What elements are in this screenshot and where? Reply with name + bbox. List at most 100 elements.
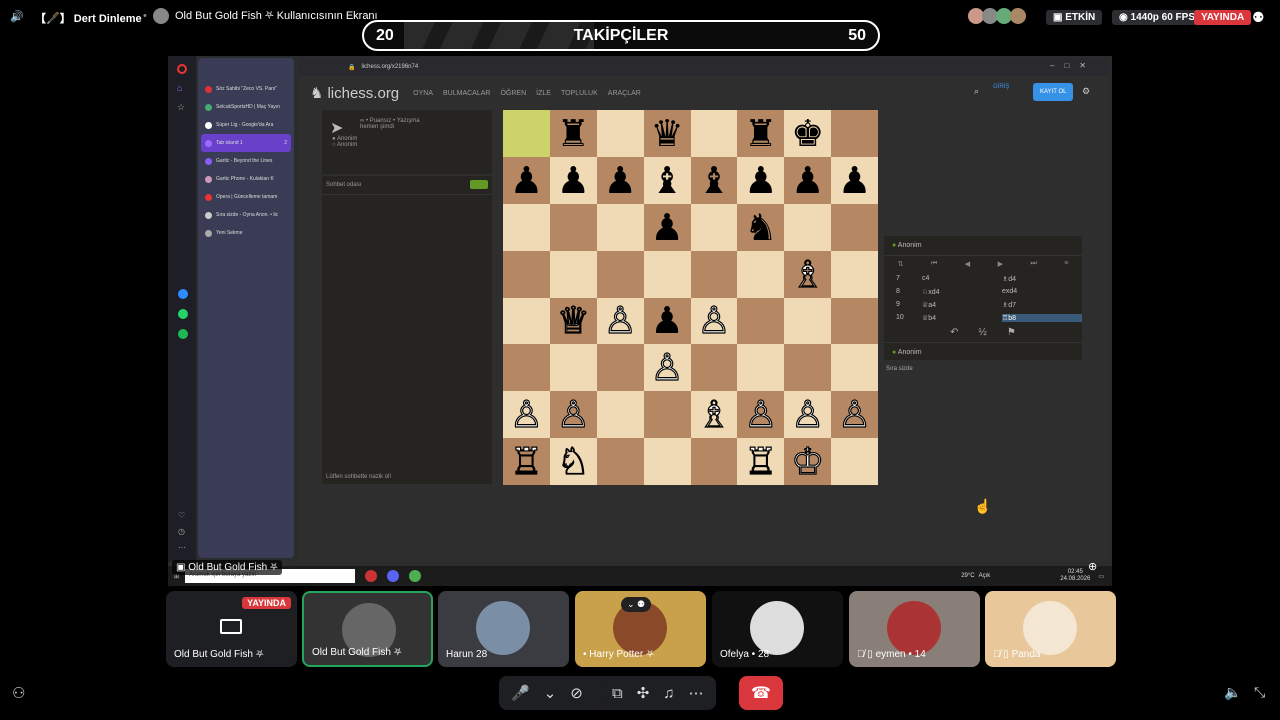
browser-tab[interactable]: SelcukSportsHD | Maç Yayın [201,98,291,116]
opera-icon[interactable] [177,64,187,74]
minimize-icon[interactable]: – [1050,61,1054,70]
chess-piece[interactable]: ♟ [557,162,590,199]
chess-piece[interactable]: ♙ [697,302,731,340]
close-icon[interactable]: ✕ [1079,61,1086,70]
square-h7[interactable]: ♟ [831,156,878,204]
square-d4[interactable]: ♟ [643,297,691,345]
weather-temp[interactable]: 29°C [961,573,974,579]
chess-piece[interactable]: ♚ [791,115,824,152]
whatsapp-icon[interactable] [178,309,188,319]
browser-tab[interactable]: Süper Lig - Google'da Ara [201,116,291,134]
messenger-icon[interactable] [178,289,188,299]
flip-board-icon[interactable]: ⇅ [898,260,904,268]
square-e1[interactable] [690,438,738,485]
square-a2[interactable]: ♙ [503,391,550,439]
last-move-icon[interactable]: ⏭ [1030,260,1036,268]
browser-tab[interactable]: Gartic Phone - Kulaktan K [201,170,291,188]
square-g2[interactable]: ♙ [784,391,832,439]
nav-tools[interactable]: ARAÇLAR [608,90,641,97]
square-e5[interactable] [690,250,738,298]
chess-piece[interactable]: ♗ [790,255,824,293]
add-user-icon[interactable]: ⚇ [12,684,25,702]
settings-gear-icon[interactable]: ⚙ [1082,86,1090,97]
participant-tile-stream[interactable]: YAYINDA Old But Gold Fish ⛧ [166,591,297,667]
chess-piece[interactable]: ♗ [697,396,731,434]
menu-icon[interactable]: ≡ [1064,260,1068,268]
chess-piece[interactable]: ♟ [791,162,824,199]
nav-community[interactable]: TOPLULUK [561,90,598,97]
square-f2[interactable]: ♙ [737,391,785,439]
address-bar[interactable]: 🔒 lichess.org/x2196n74 [298,58,1108,76]
square-a4[interactable] [503,297,550,345]
square-e2[interactable]: ♗ [690,391,738,439]
chess-piece[interactable]: ♙ [837,396,871,434]
participant-tile[interactable]: 🎙̸ ▯ Panda [985,591,1116,667]
square-a7[interactable]: ♟ [503,156,550,204]
square-h4[interactable] [831,297,878,345]
square-d3[interactable]: ♙ [643,344,691,392]
maximize-icon[interactable]: □ [1064,61,1069,70]
participant-tile[interactable]: Ofelya • 28 [712,591,843,667]
square-e3[interactable] [690,344,738,392]
prev-move-icon[interactable]: ◀ [965,260,970,268]
quality-badge[interactable]: ◉ 1440p 60 FPS [1112,10,1202,25]
square-g6[interactable] [784,203,832,251]
first-move-icon[interactable]: ⏮ [931,260,937,268]
square-d1[interactable] [643,438,691,485]
square-e6[interactable] [690,203,738,251]
chat-toggle[interactable] [470,180,488,189]
square-a6[interactable] [503,203,550,251]
nav-learn[interactable]: ÖĞREN [500,90,526,97]
chrome-taskbar-icon[interactable] [409,570,422,582]
discord-taskbar-icon[interactable] [387,570,400,582]
move-san[interactable]: ♖b8 [1002,313,1082,322]
square-e4[interactable]: ♙ [690,297,738,345]
participant-tile[interactable]: ⌄ ⚉ • Harry Potter ⛧ [575,591,706,667]
square-c7[interactable]: ♟ [596,156,644,204]
chess-piece[interactable]: ♟ [650,302,683,339]
square-c1[interactable] [596,438,644,485]
square-g1[interactable]: ♔ [784,438,832,485]
microphone-icon[interactable]: 🎤 [511,684,530,702]
square-g7[interactable]: ♟ [784,156,832,204]
square-c2[interactable] [596,391,644,439]
chevron-down-icon[interactable]: ⌄ [544,684,557,702]
chess-piece[interactable]: ♙ [790,396,824,434]
chess-piece[interactable]: ♜ [744,115,777,152]
square-f7[interactable]: ♟ [737,156,785,204]
square-d8[interactable]: ♛ [643,110,691,157]
square-f5[interactable] [737,250,785,298]
square-e7[interactable]: ♝ [690,156,738,204]
activities-icon[interactable]: ✣ [637,684,650,702]
chess-piece[interactable]: ♙ [603,302,637,340]
volume-icon[interactable]: 🔈 [1224,684,1241,701]
browser-tab[interactable]: Sıra sizde - Oyna Anon. • lic [201,206,291,224]
square-f3[interactable] [737,344,785,392]
lichess-logo[interactable]: ♞ lichess.org [310,84,399,103]
taskbar-clock[interactable]: 02:45 24.08.2026 [1060,569,1090,582]
square-b4[interactable]: ♕ [549,297,597,345]
square-b1[interactable]: ♘ [549,438,597,485]
next-move-icon[interactable]: ▶ [998,260,1003,268]
chess-piece[interactable]: ♝ [697,162,730,199]
shared-screen[interactable]: ⌂ ☆ ♡ ◷ ⋯ Söz Sahibi "Zeco VS. Pars" Selc… [168,56,1112,586]
browser-tab[interactable]: Yeni Sekme [201,224,291,242]
takeback-icon[interactable]: ↶ [950,327,958,338]
participant-tile[interactable]: 🎙̸ ▯ eymen • 14 [849,591,980,667]
move-san[interactable]: ♗d4 [1002,275,1082,283]
square-d2[interactable] [643,391,691,439]
chess-piece[interactable]: ♜ [557,115,590,152]
signup-button[interactable]: KAYIT OL [1033,83,1074,101]
chess-piece[interactable]: ♔ [790,442,824,480]
square-b3[interactable] [549,344,597,392]
participant-tile[interactable]: Old But Gold Fish ⛧ [302,591,433,667]
chess-piece[interactable]: ♞ [744,209,777,246]
square-h3[interactable] [831,344,878,392]
chess-piece[interactable]: ♟ [604,162,637,199]
move-san[interactable]: ♗d7 [1002,301,1082,309]
square-h2[interactable]: ♙ [831,391,878,439]
exit-fullscreen-icon[interactable]: ⤡ [1254,684,1265,701]
participant-tile[interactable]: Harun 28 [438,591,569,667]
square-a1[interactable]: ♖ [503,438,550,485]
chess-piece[interactable]: ♙ [556,396,590,434]
